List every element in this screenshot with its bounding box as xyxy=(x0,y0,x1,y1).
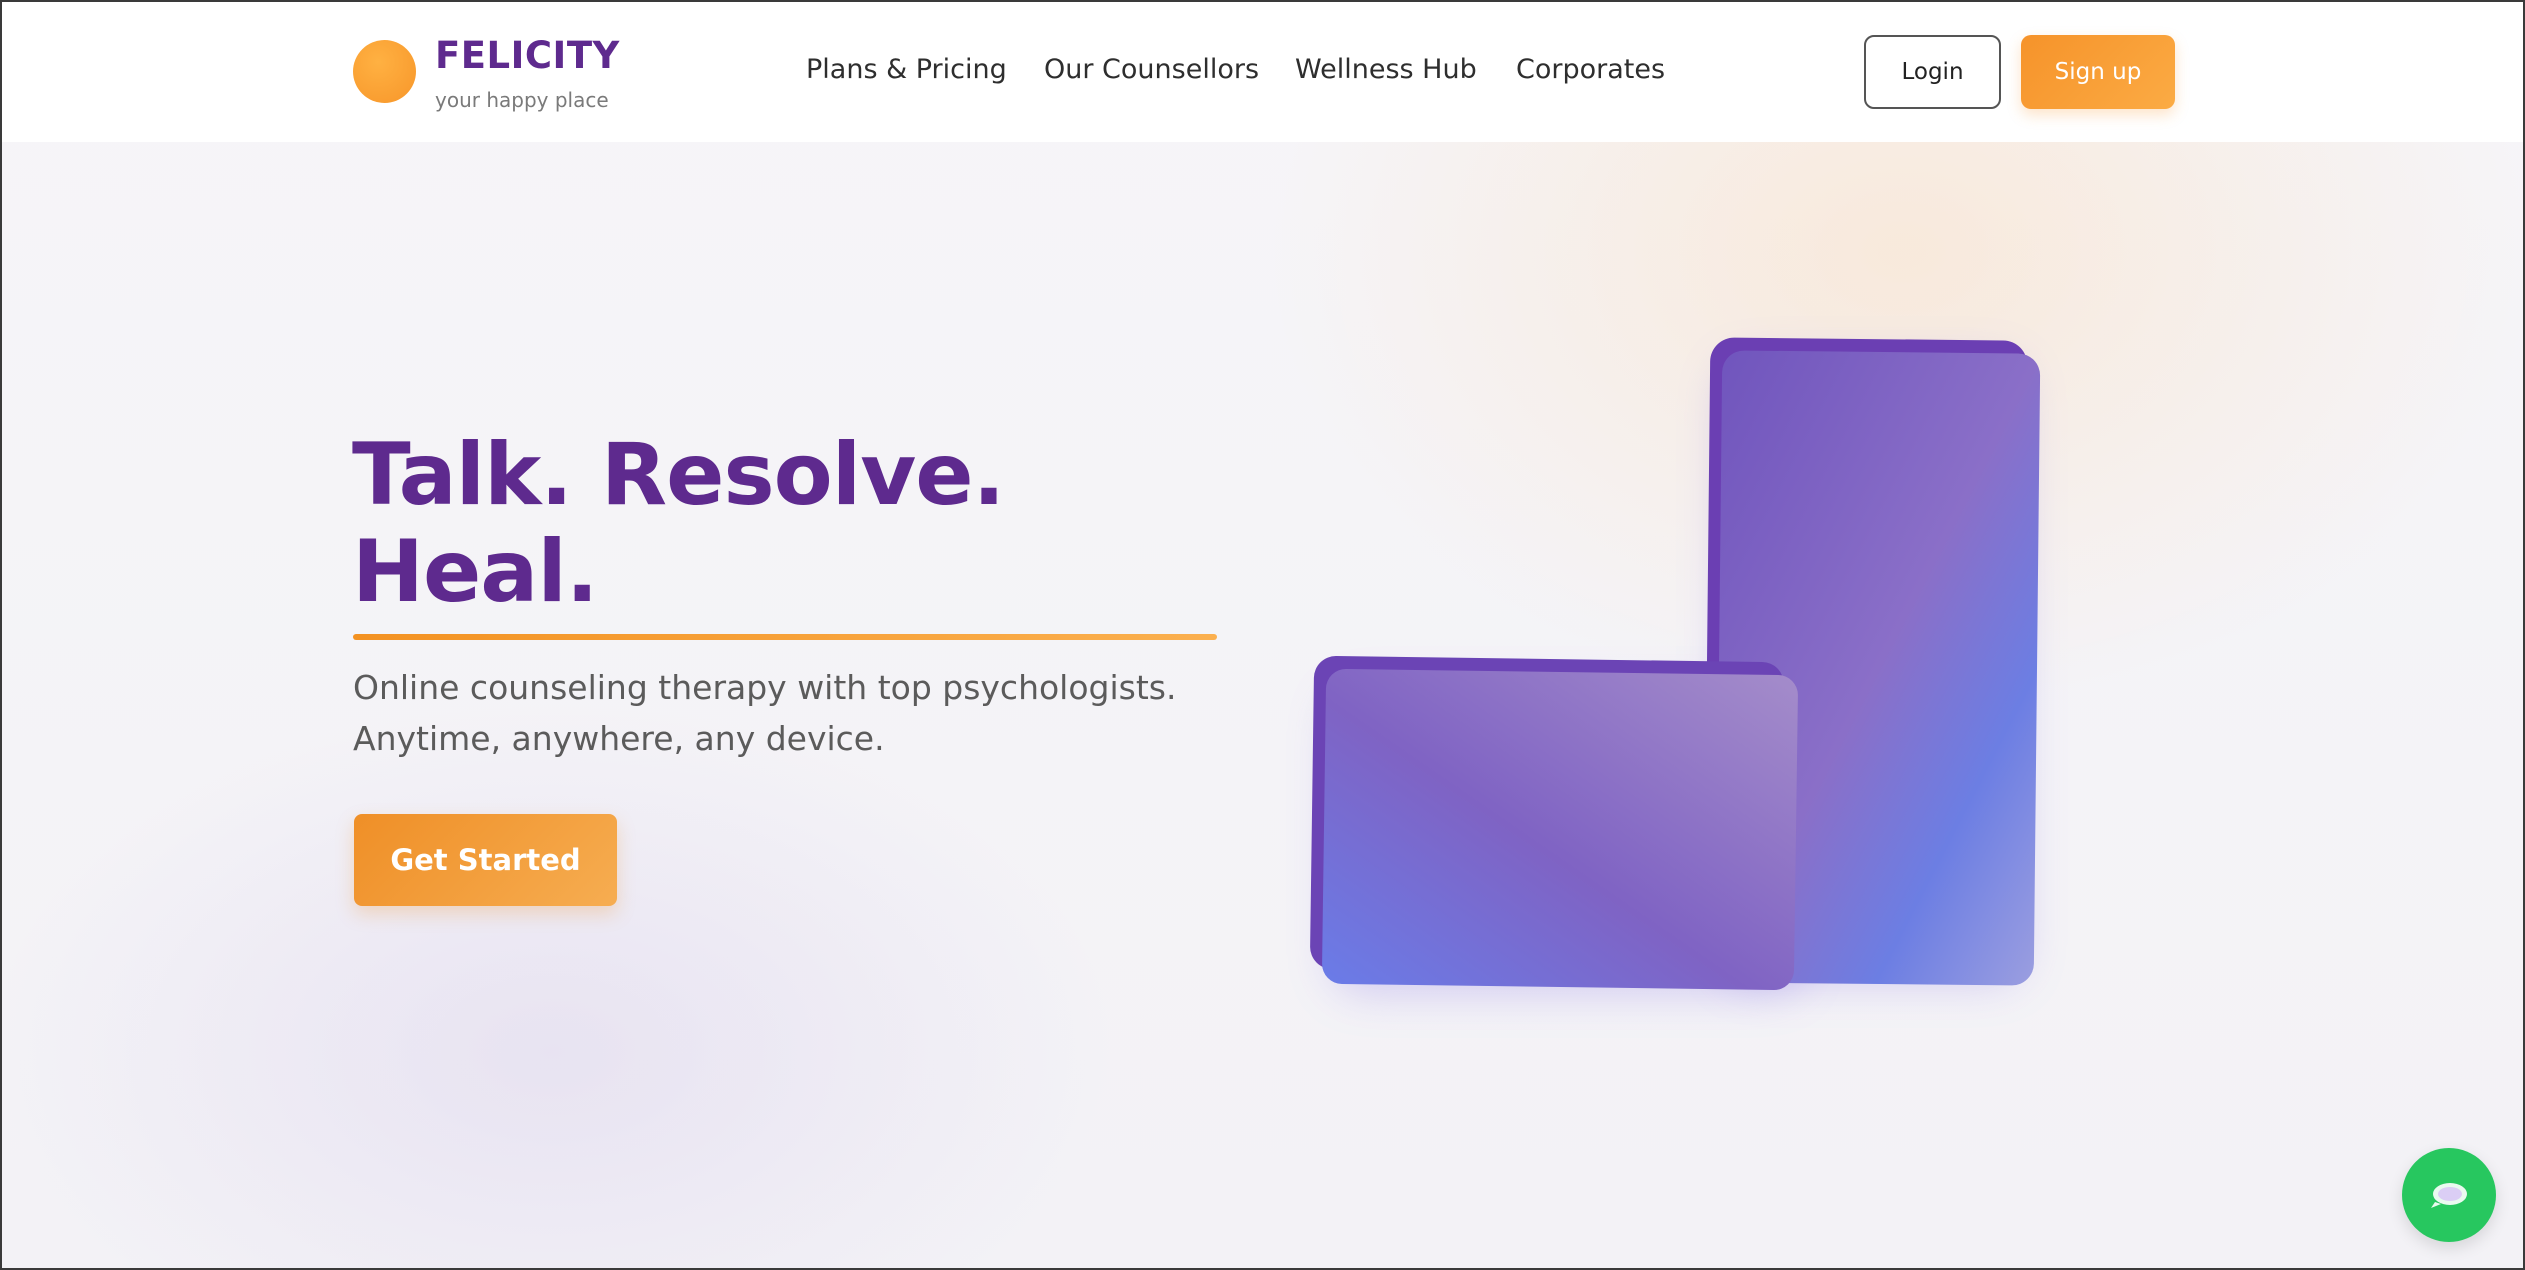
headline-underline xyxy=(353,634,1217,640)
tablet-frame xyxy=(1703,337,2028,984)
signup-button[interactable]: Sign up xyxy=(2021,35,2175,109)
hero-subtext-line-1: Online counseling therapy with top psych… xyxy=(353,668,1177,707)
chat-button[interactable] xyxy=(2402,1148,2496,1242)
hero-headline-line-1: Talk. Resolve. xyxy=(352,425,1005,525)
laptop-glow xyxy=(1332,692,1802,992)
nav-item-plans-pricing[interactable]: Plans & Pricing xyxy=(806,54,1007,85)
nav-item-wellness-hub[interactable]: Wellness Hub xyxy=(1295,54,1477,85)
hero-headline-line-2: Heal. xyxy=(352,522,598,622)
get-started-button[interactable]: Get Started xyxy=(354,814,617,906)
site-header: FELICITY your happy place Plans & Pricin… xyxy=(2,2,2523,142)
chat-bubble-icon xyxy=(2431,1183,2467,1208)
hero-headline: Talk. Resolve. Heal. xyxy=(352,427,1252,621)
brand-name[interactable]: FELICITY xyxy=(435,34,620,77)
laptop-frame xyxy=(1310,656,1784,975)
nav-item-our-counsellors[interactable]: Our Counsellors xyxy=(1044,54,1259,85)
tablet-screen xyxy=(1715,350,2041,986)
logo-mark-icon[interactable] xyxy=(353,40,416,103)
tablet-glow xyxy=(1722,362,2022,982)
laptop-screen xyxy=(1322,668,1798,991)
landing-page: FELICITY your happy place Plans & Pricin… xyxy=(0,0,2525,1270)
hero-subtext-line-2: Anytime, anywhere, any device. xyxy=(353,719,885,758)
login-button[interactable]: Login xyxy=(1864,35,2001,109)
nav-item-corporates[interactable]: Corporates xyxy=(1516,54,1665,85)
brand-tagline: your happy place xyxy=(435,88,609,112)
hero-subtext: Online counseling therapy with top psych… xyxy=(353,662,1253,764)
